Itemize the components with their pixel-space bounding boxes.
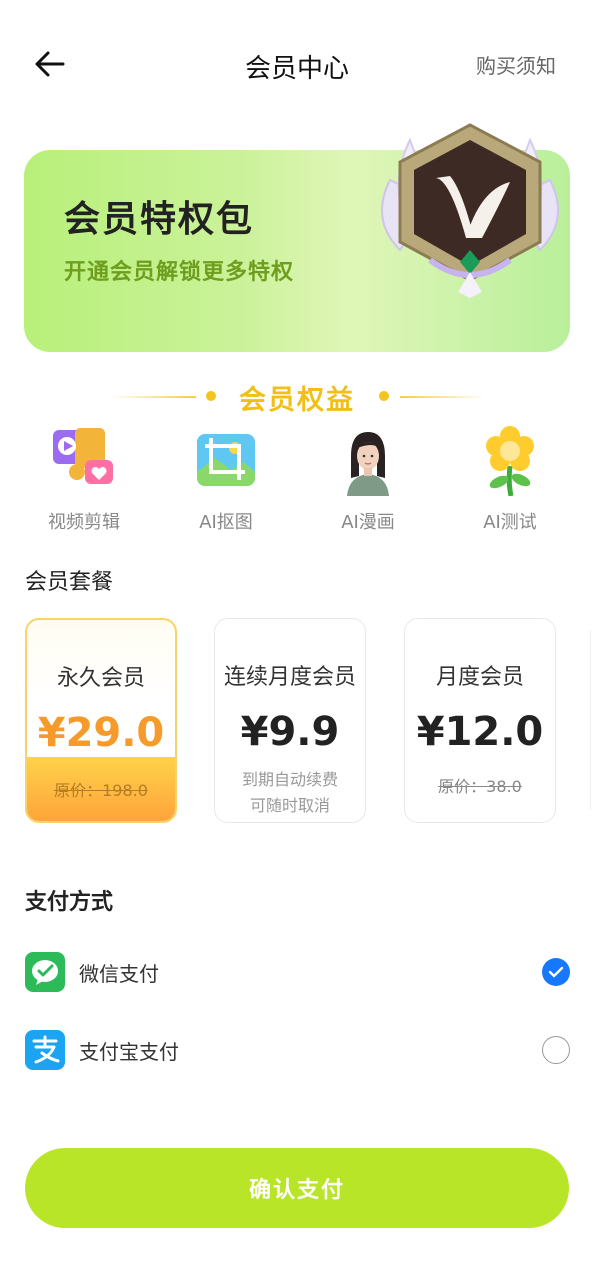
payment-option-wechat[interactable]: 微信支付 xyxy=(25,950,570,994)
benefit-video-edit[interactable]: 视频剪辑 xyxy=(24,426,144,536)
plan-note: 到期自动续费 可随时取消 xyxy=(215,767,365,819)
benefit-label: AI抠图 xyxy=(199,512,253,533)
payment-section-title: 支付方式 xyxy=(25,890,114,915)
benefit-ai-comic[interactable]: AI漫画 xyxy=(308,426,428,536)
plan-original-price-bar: 原价：198.0 xyxy=(27,757,175,821)
image-cutout-icon xyxy=(197,434,255,486)
alipay-icon xyxy=(25,1030,65,1070)
header: 会员中心 购买须知 xyxy=(0,0,594,130)
plan-price: ¥29.0 xyxy=(37,710,165,756)
plan-name: 月度会员 xyxy=(435,665,524,690)
radio-unchecked[interactable] xyxy=(542,1036,570,1064)
ai-comic-portrait-icon xyxy=(347,432,389,496)
payment-option-alipay[interactable]: 支付宝支付 xyxy=(25,1028,570,1072)
plan-name: 永久会员 xyxy=(56,666,145,691)
video-edit-icon xyxy=(53,428,113,484)
flower-test-icon xyxy=(486,426,534,497)
plan-card-monthly[interactable]: 月度会员 ¥12.0 原价：38.0 xyxy=(404,618,556,823)
benefits-title: 会员权益 xyxy=(239,385,355,416)
plans-section-title: 会员套餐 xyxy=(25,570,114,595)
payment-name: 微信支付 xyxy=(79,961,159,986)
plan-original-price: 原价：38.0 xyxy=(438,777,522,796)
benefits-header: 会员权益 xyxy=(0,376,594,416)
confirm-payment-button[interactable]: 确认支付 xyxy=(25,1148,569,1228)
membership-page: 会员中心 购买须知 会员特权包 开通会员解锁更多特权 会员权益 视频剪辑 AI抠… xyxy=(0,0,594,1280)
benefit-label: AI测试 xyxy=(483,512,537,533)
plan-price: ¥12.0 xyxy=(416,709,544,755)
next-plan-card-edge xyxy=(590,630,594,810)
benefit-ai-cutout[interactable]: AI抠图 xyxy=(166,426,286,536)
check-icon xyxy=(548,966,564,978)
plan-note-line: 到期自动续费 xyxy=(241,770,338,789)
plan-name: 连续月度会员 xyxy=(223,665,356,690)
plan-card-continuous-monthly[interactable]: 连续月度会员 ¥9.9 到期自动续费 可随时取消 xyxy=(214,618,366,823)
payment-name: 支付宝支付 xyxy=(79,1039,179,1064)
radio-checked[interactable] xyxy=(542,958,570,986)
plan-card-lifetime[interactable]: 永久会员 ¥29.0 原价：198.0 xyxy=(25,618,177,823)
plan-original-price: 原价：198.0 xyxy=(54,781,148,800)
plan-price: ¥9.9 xyxy=(240,709,340,755)
benefit-label: 视频剪辑 xyxy=(48,512,120,533)
benefit-ai-test[interactable]: AI测试 xyxy=(450,426,570,536)
purchase-notice-link[interactable]: 购买须知 xyxy=(476,50,556,79)
divider-line xyxy=(400,396,486,398)
banner-subtitle: 开通会员解锁更多特权 xyxy=(64,260,295,285)
vip-badge-icon xyxy=(381,123,559,298)
benefit-label: AI漫画 xyxy=(341,512,395,533)
banner-title: 会员特权包 xyxy=(64,199,255,240)
plan-note-line: 可随时取消 xyxy=(249,796,330,815)
divider-dot xyxy=(379,391,389,401)
wechat-pay-icon xyxy=(25,952,65,992)
